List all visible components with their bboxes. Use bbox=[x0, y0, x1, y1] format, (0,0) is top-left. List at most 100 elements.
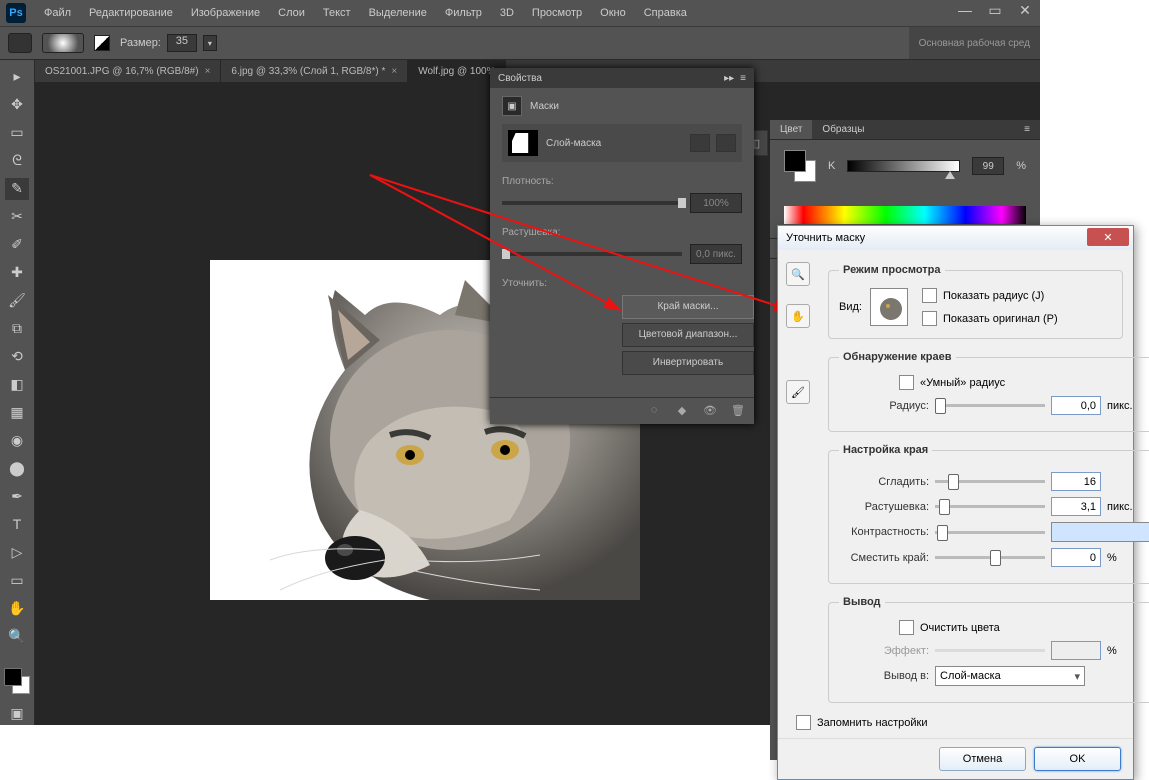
shape-tool[interactable]: ▭ bbox=[5, 569, 29, 591]
checkbox-label: Очистить цвета bbox=[920, 622, 1000, 634]
feather-value[interactable]: 0,0 пикс. bbox=[690, 244, 742, 264]
tab-close-icon[interactable]: × bbox=[391, 66, 397, 77]
radius-input[interactable] bbox=[1051, 396, 1101, 415]
show-radius-checkbox[interactable] bbox=[922, 288, 937, 303]
smart-radius-checkbox[interactable] bbox=[899, 375, 914, 390]
color-spectrum[interactable] bbox=[784, 206, 1026, 224]
refine-label: Уточнить: bbox=[502, 278, 742, 289]
maximize-button[interactable]: ▭ bbox=[980, 0, 1010, 20]
history-brush-tool[interactable]: ⟲ bbox=[5, 346, 29, 368]
menu-item[interactable]: Текст bbox=[315, 4, 359, 22]
swatch-toggle-icon[interactable] bbox=[94, 35, 110, 51]
refine-edge-button[interactable]: Край маски... bbox=[622, 295, 754, 319]
shift-slider[interactable] bbox=[935, 556, 1045, 559]
dialog-close-button[interactable]: ✕ bbox=[1087, 228, 1129, 246]
hand-tool[interactable]: ✋ bbox=[5, 597, 29, 619]
decontaminate-checkbox[interactable] bbox=[899, 620, 914, 635]
pen-tool[interactable]: ✒ bbox=[5, 485, 29, 507]
menu-item[interactable]: Справка bbox=[636, 4, 695, 22]
cancel-button[interactable]: Отмена bbox=[939, 747, 1026, 771]
refine-brush-icon[interactable]: 🖌 bbox=[786, 380, 810, 404]
density-value[interactable]: 100% bbox=[690, 193, 742, 213]
brush-tool[interactable]: 🖌 bbox=[5, 290, 29, 312]
smooth-slider[interactable] bbox=[935, 480, 1045, 483]
apply-mask-icon[interactable]: ◆ bbox=[674, 404, 690, 418]
menu-item[interactable]: Окно bbox=[592, 4, 634, 22]
checkbox-label: Показать оригинал (P) bbox=[943, 313, 1058, 325]
tool-preset-icon[interactable] bbox=[8, 33, 32, 53]
menu-item[interactable]: Файл bbox=[36, 4, 79, 22]
dialog-titlebar[interactable]: Уточнить маску ✕ bbox=[778, 226, 1133, 250]
workspace-switcher[interactable]: Основная рабочая сред bbox=[909, 27, 1040, 59]
brush-preview-icon[interactable] bbox=[42, 33, 84, 53]
document-tab[interactable]: OS21001.JPG @ 16,7% (RGB/8#)× bbox=[35, 60, 221, 82]
menu-item[interactable]: Слои bbox=[270, 4, 313, 22]
color-range-button[interactable]: Цветовой диапазон... bbox=[622, 323, 754, 347]
shift-input[interactable] bbox=[1051, 548, 1101, 567]
color-slider[interactable] bbox=[847, 160, 960, 172]
menu-item[interactable]: Выделение bbox=[361, 4, 435, 22]
vector-mask-icon[interactable] bbox=[716, 134, 736, 152]
disable-mask-icon[interactable]: 👁 bbox=[702, 404, 718, 418]
radius-slider[interactable] bbox=[935, 404, 1045, 407]
type-tool[interactable]: T bbox=[5, 513, 29, 535]
menu-item[interactable]: Изображение bbox=[183, 4, 268, 22]
adjust-edge-group: Настройка края Сгладить: Растушевка:пикс… bbox=[828, 444, 1149, 584]
eyedropper-tool[interactable]: ✐ bbox=[5, 234, 29, 256]
tab-close-icon[interactable]: × bbox=[205, 66, 211, 77]
crop-tool[interactable]: ✂ bbox=[5, 206, 29, 228]
eraser-tool[interactable]: ◧ bbox=[5, 373, 29, 395]
color-swatch-icon[interactable] bbox=[4, 668, 30, 694]
feather-slider[interactable] bbox=[502, 252, 682, 256]
gradient-tool[interactable]: ▦ bbox=[5, 401, 29, 423]
smooth-input[interactable] bbox=[1051, 472, 1101, 491]
show-original-checkbox[interactable] bbox=[922, 311, 937, 326]
delete-mask-icon[interactable]: 🗑 bbox=[730, 404, 746, 418]
menu-item[interactable]: Просмотр bbox=[524, 4, 590, 22]
zoom-tool[interactable]: 🔍 bbox=[5, 625, 29, 647]
tools-panel: ▸ ✥ ▭ ᘓ ✎ ✂ ✐ ✚ 🖌 ⧉ ⟲ ◧ ▦ ◉ ⬤ ✒ T ▷ ▭ ✋ … bbox=[0, 60, 35, 725]
mask-thumbnail[interactable] bbox=[508, 130, 538, 156]
tab-color[interactable]: Цвет bbox=[770, 120, 812, 139]
pixel-mask-icon[interactable] bbox=[690, 134, 710, 152]
menu-item[interactable]: 3D bbox=[492, 4, 522, 22]
collapse-icon[interactable]: ▸ bbox=[5, 66, 29, 88]
feather-slider[interactable] bbox=[935, 505, 1045, 508]
panel-menu-icon[interactable]: ≡ bbox=[1014, 120, 1040, 139]
lasso-tool[interactable]: ᘓ bbox=[5, 150, 29, 172]
panel-menu-icon[interactable]: ≡ bbox=[740, 73, 746, 84]
view-mode-thumbnail[interactable] bbox=[870, 288, 908, 326]
brush-size-dropdown-icon[interactable]: ▾ bbox=[203, 35, 217, 51]
view-label: Вид: bbox=[839, 301, 862, 313]
dodge-tool[interactable]: ⬤ bbox=[5, 457, 29, 479]
output-to-select[interactable]: Слой-маска bbox=[935, 666, 1085, 686]
feather-input[interactable] bbox=[1051, 497, 1101, 516]
close-button[interactable]: ✕ bbox=[1010, 0, 1040, 20]
contrast-input[interactable] bbox=[1051, 522, 1149, 542]
collapse-icon[interactable]: ▸▸ bbox=[724, 73, 734, 84]
ok-button[interactable]: OK bbox=[1034, 747, 1121, 771]
density-slider[interactable] bbox=[502, 201, 682, 205]
color-value-input[interactable]: 99 bbox=[972, 157, 1004, 175]
channel-label: K bbox=[828, 160, 835, 172]
contrast-slider[interactable] bbox=[935, 531, 1045, 534]
menu-item[interactable]: Фильтр bbox=[437, 4, 490, 22]
load-selection-icon[interactable]: ◌ bbox=[646, 404, 662, 418]
blur-tool[interactable]: ◉ bbox=[5, 429, 29, 451]
quickmask-toggle[interactable]: ▣ bbox=[5, 703, 29, 725]
zoom-tool-icon[interactable]: 🔍 bbox=[786, 262, 810, 286]
brush-size-input[interactable]: 35 bbox=[167, 34, 197, 52]
tab-swatches[interactable]: Образцы bbox=[812, 120, 874, 139]
move-tool[interactable]: ✥ bbox=[5, 94, 29, 116]
healing-tool[interactable]: ✚ bbox=[5, 262, 29, 284]
quick-select-tool[interactable]: ✎ bbox=[5, 178, 29, 200]
hand-tool-icon[interactable]: ✋ bbox=[786, 304, 810, 328]
stamp-tool[interactable]: ⧉ bbox=[5, 318, 29, 340]
marquee-tool[interactable]: ▭ bbox=[5, 122, 29, 144]
menu-item[interactable]: Редактирование bbox=[81, 4, 181, 22]
minimize-button[interactable]: — bbox=[950, 0, 980, 20]
path-select-tool[interactable]: ▷ bbox=[5, 541, 29, 563]
document-tab[interactable]: 6.jpg @ 33,3% (Слой 1, RGB/8*) *× bbox=[221, 60, 408, 82]
color-fgbg-icon[interactable] bbox=[784, 150, 816, 182]
invert-button[interactable]: Инвертировать bbox=[622, 351, 754, 375]
